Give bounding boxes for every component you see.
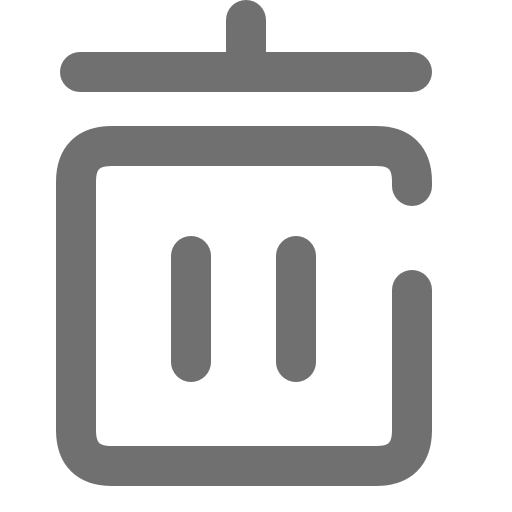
trash-body: [56, 126, 432, 486]
trash-icon: [0, 0, 512, 512]
trash-icon-svg: [56, 0, 432, 486]
